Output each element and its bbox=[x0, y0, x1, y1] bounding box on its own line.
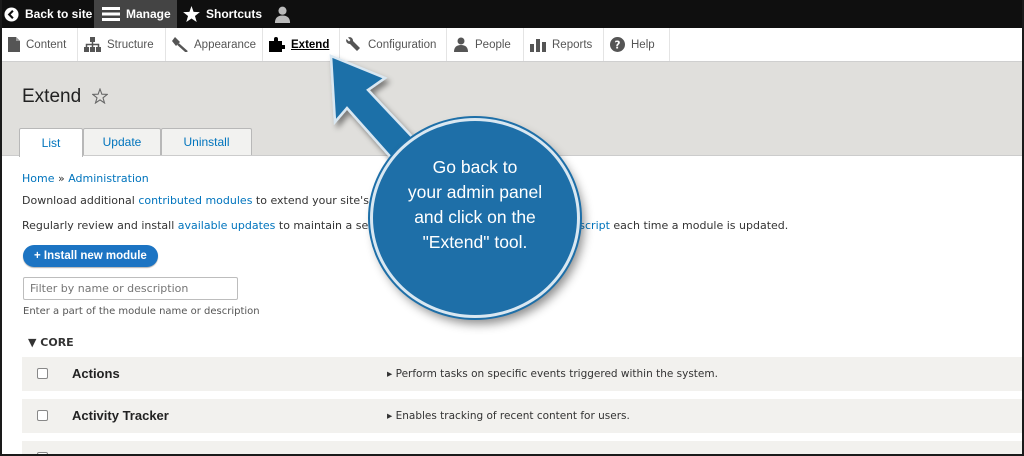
drupal-admin-window: Back to site Manage Shortcuts Content St… bbox=[2, 0, 1022, 454]
callout-text: Go back to your admin panel and click on… bbox=[373, 155, 577, 255]
callout-line: your admin panel bbox=[407, 182, 543, 202]
callout-line: and click on the bbox=[414, 207, 536, 227]
callout-line: Go back to bbox=[432, 157, 518, 177]
callout-line: "Extend" tool. bbox=[422, 232, 528, 252]
callout-bubble: Go back to your admin panel and click on… bbox=[370, 118, 580, 318]
